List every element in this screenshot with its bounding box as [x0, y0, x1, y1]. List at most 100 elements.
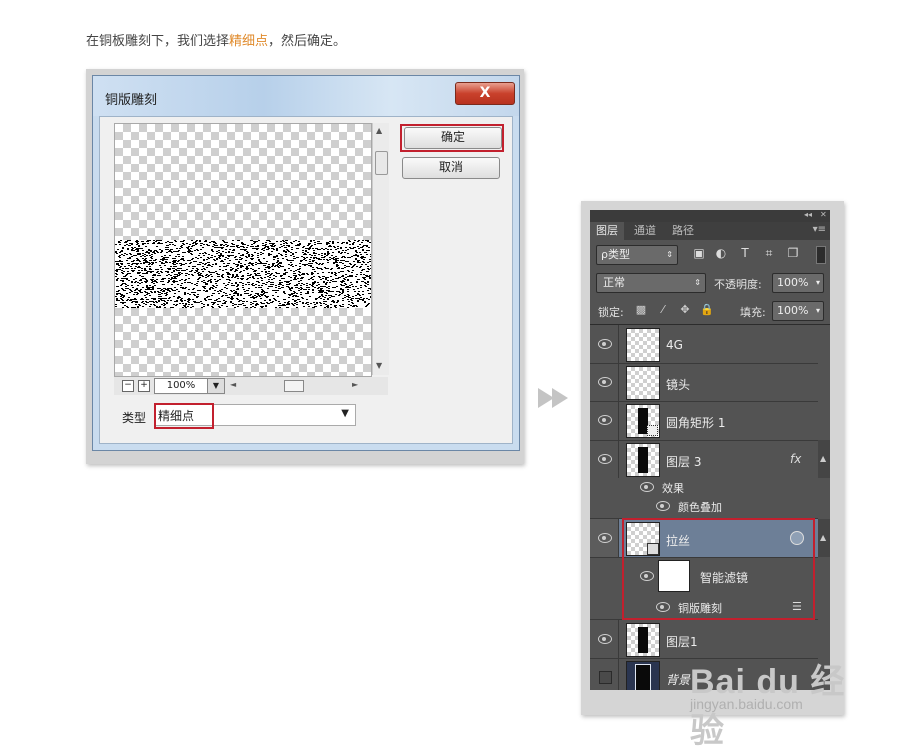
layer-name: 背景: [666, 673, 691, 687]
blend-mode-value: 正常: [603, 276, 625, 289]
thumbnail-shape: [638, 447, 648, 473]
scroll-up-arrow-icon[interactable]: ▲: [376, 126, 382, 135]
filter-preview[interactable]: [114, 123, 372, 377]
scroll-up-arrow-icon[interactable]: ▲: [820, 533, 826, 542]
double-arrow-right-icon: [538, 388, 568, 408]
ok-button[interactable]: 确定: [404, 127, 502, 149]
row-divider: [618, 440, 619, 478]
caption-highlight: 精细点: [229, 34, 269, 49]
panel-menu-icon[interactable]: ▾≡: [813, 224, 826, 235]
panel-scrollbar-segment[interactable]: ▲: [818, 519, 830, 557]
dialog-titlebar[interactable]: 铜版雕刻 X: [93, 76, 519, 116]
chevron-updown-icon: ⇕: [666, 250, 673, 259]
adjustment-filter-icon[interactable]: ◐: [714, 246, 728, 260]
visibility-eye-icon[interactable]: [598, 634, 612, 644]
horizontal-scroll-thumb[interactable]: [284, 380, 304, 392]
dialog-body: ▲ ▼ − + 100% ▼ ◄ ► 类型 精细点 ▼ 确定 取消: [99, 116, 513, 444]
scroll-down-arrow-icon[interactable]: ▼: [376, 361, 382, 370]
blend-mode-select[interactable]: 正常 ⇕: [596, 273, 706, 293]
lock-transparency-icon[interactable]: ▩: [634, 303, 648, 316]
instruction-caption: 在铜板雕刻下，我们选择精细点，然后确定。: [86, 30, 346, 49]
chevron-down-icon[interactable]: ▾: [816, 302, 820, 320]
layer-row-rounded-rect[interactable]: 圆角矩形 1: [590, 401, 818, 441]
zoom-bar: − + 100% ▼ ◄ ►: [114, 377, 388, 395]
panel-topbar: ◂◂ ✕: [590, 210, 830, 222]
close-icon[interactable]: ✕: [820, 210, 827, 219]
scroll-right-arrow-icon[interactable]: ►: [352, 380, 358, 389]
row-divider: [618, 363, 619, 401]
opacity-label: 不透明度:: [714, 278, 762, 291]
panel-scrollbar-segment[interactable]: ▲: [818, 440, 830, 478]
row-divider: [618, 325, 619, 363]
layer-row-4g[interactable]: 4G: [590, 325, 818, 364]
lock-position-icon[interactable]: ✥: [678, 303, 692, 316]
filter-toggle[interactable]: [816, 246, 826, 264]
lock-row: 锁定: ▩ ⁄ ✥ 🔒 填充: 100% ▾: [590, 298, 830, 322]
type-highlight-box: [154, 403, 214, 429]
tab-channels[interactable]: 通道: [628, 222, 662, 240]
shape-badge-icon: [647, 425, 658, 436]
lock-pixels-brush-icon[interactable]: ⁄: [656, 303, 670, 316]
lock-all-icon[interactable]: 🔒: [700, 303, 714, 316]
shape-filter-icon[interactable]: ⌗: [762, 246, 776, 261]
row-divider: [618, 658, 619, 690]
visibility-eye-icon[interactable]: [598, 533, 612, 543]
layer-thumbnail: [626, 661, 660, 690]
layer-name: 镜头: [666, 378, 691, 392]
fill-label: 填充:: [740, 306, 766, 319]
zoom-in-button[interactable]: +: [138, 380, 150, 392]
zoom-out-button[interactable]: −: [122, 380, 134, 392]
filter-row: ρ类型 ⇕ ▣ ◐ T ⌗ ❐: [590, 240, 830, 268]
chevron-down-icon[interactable]: ▼: [341, 408, 349, 419]
color-overlay-row[interactable]: 颜色叠加: [590, 497, 818, 519]
preview-vertical-scrollbar[interactable]: ▲ ▼: [372, 123, 389, 375]
filter-select-value: ρ类型: [601, 248, 630, 261]
caption-text-before: 在铜板雕刻下，我们选择: [86, 34, 230, 49]
visibility-eye-icon[interactable]: [656, 501, 670, 511]
close-button[interactable]: X: [455, 82, 515, 105]
ok-highlight-box: 确定: [400, 124, 504, 152]
visibility-eye-icon[interactable]: [598, 339, 612, 349]
visibility-eye-icon[interactable]: [640, 482, 654, 492]
fill-field[interactable]: 100% ▾: [772, 301, 824, 321]
lock-label: 锁定:: [598, 306, 624, 319]
layer-filter-select[interactable]: ρ类型 ⇕: [596, 245, 678, 265]
layer-row-lens[interactable]: 镜头: [590, 363, 818, 402]
scroll-left-arrow-icon[interactable]: ◄: [230, 380, 236, 389]
cancel-button[interactable]: 取消: [402, 157, 500, 179]
thumbnail-shape: [638, 627, 648, 653]
scroll-thumb[interactable]: [375, 151, 388, 175]
effects-row[interactable]: 效果: [590, 478, 818, 497]
smart-object-filter-icon[interactable]: ❐: [786, 246, 800, 260]
visibility-eye-icon[interactable]: [598, 415, 612, 425]
opacity-field[interactable]: 100% ▾: [772, 273, 824, 293]
chevron-down-icon[interactable]: ▾: [816, 274, 820, 292]
visibility-eye-icon[interactable]: [598, 454, 612, 464]
scroll-up-arrow-icon[interactable]: ▲: [820, 454, 826, 463]
pixel-filter-icon[interactable]: ▣: [692, 246, 706, 260]
visibility-off-box[interactable]: [599, 671, 612, 684]
type-filter-icon[interactable]: T: [738, 246, 752, 260]
watermark-url: jingyan.baidu.com: [690, 696, 803, 712]
tab-paths[interactable]: 路径: [666, 222, 700, 240]
caption-text-after: ，然后确定。: [268, 34, 347, 49]
chevron-updown-icon: ⇕: [694, 278, 701, 287]
fill-value: 100%: [777, 304, 809, 317]
effects-label: 效果: [662, 482, 684, 495]
type-select[interactable]: 精细点 ▼: [154, 403, 356, 429]
zoom-dropdown-icon[interactable]: ▼: [207, 378, 225, 394]
visibility-eye-icon[interactable]: [598, 377, 612, 387]
opacity-value: 100%: [777, 276, 809, 289]
layer-effects-fx-icon[interactable]: fx: [790, 452, 801, 466]
zoom-level-field[interactable]: 100%: [154, 378, 208, 394]
layer-row-layer3[interactable]: 图层 3 fx: [590, 440, 818, 478]
tab-layers[interactable]: 图层: [590, 222, 624, 240]
smart-filter-highlight-box: [622, 518, 815, 620]
row-divider: [618, 620, 619, 658]
layer-thumbnail: [626, 623, 660, 657]
layers-panel: ◂◂ ✕ 图层 通道 路径 ▾≡ ρ类型 ⇕ ▣ ◐ T ⌗ ❐ 正常 ⇕ 不透…: [590, 210, 830, 690]
layer-name: 图层1: [666, 635, 698, 649]
collapse-icon[interactable]: ◂◂: [804, 210, 812, 219]
layer-thumbnail: [626, 443, 660, 477]
layer-name: 4G: [666, 338, 683, 352]
